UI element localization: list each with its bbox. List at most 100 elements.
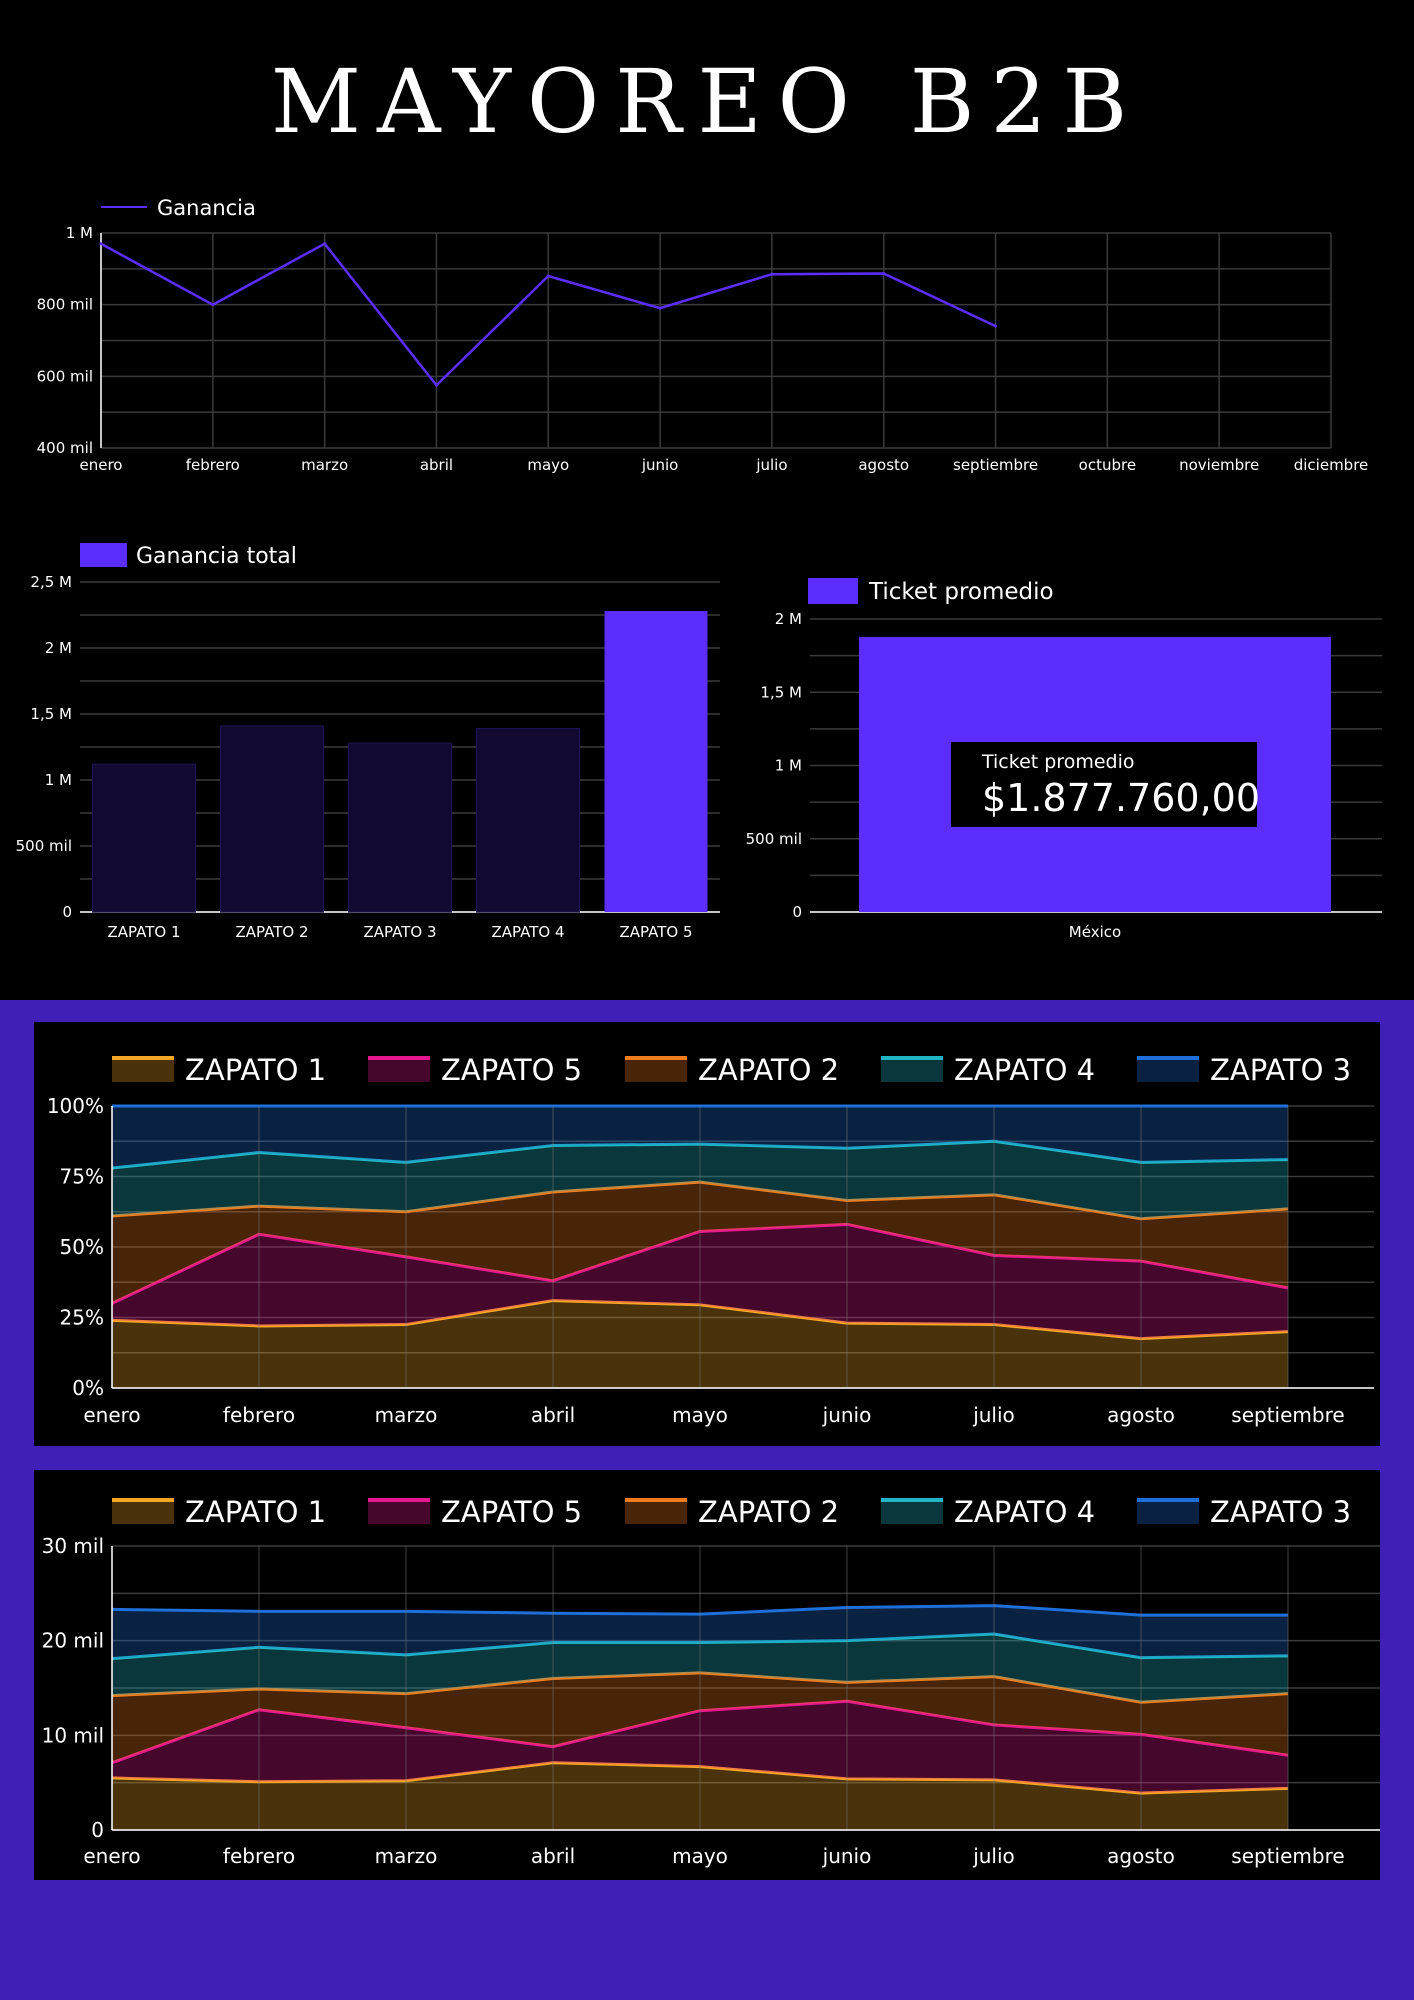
legend-swatch-zapato-5 — [368, 1058, 430, 1082]
y-tick-label: 2 M — [45, 639, 72, 657]
data-point-ganancia — [99, 242, 103, 246]
y-tick-label: 500 mil — [746, 830, 802, 848]
y-tick-label: 0% — [72, 1376, 104, 1400]
data-point-ganancia — [323, 242, 327, 246]
legend-swatch-zapato-4 — [881, 1058, 943, 1082]
x-tick-label: ZAPATO 2 — [235, 923, 308, 941]
x-tick-label: septiembre — [953, 456, 1038, 474]
x-tick-label: febrero — [223, 1844, 295, 1868]
legend-label-zapato-5: ZAPATO 5 — [441, 1053, 582, 1087]
x-tick-label: febrero — [223, 1403, 295, 1427]
data-point-ganancia — [546, 274, 550, 278]
page-title: MAYOREO B2B — [270, 50, 1144, 153]
x-tick-label: ZAPATO 1 — [107, 923, 180, 941]
y-tick-label: 2,5 M — [30, 573, 72, 591]
legend-label-zapato-3: ZAPATO 3 — [1210, 1053, 1351, 1087]
x-tick-label: julio — [755, 456, 787, 474]
bar-zapato-5 — [604, 611, 708, 912]
bar-zapato-4 — [476, 728, 580, 913]
x-tick-label: mayo — [672, 1403, 728, 1427]
bar-zapato-2 — [220, 725, 324, 913]
legend-label-zapato-1: ZAPATO 1 — [185, 1053, 326, 1087]
x-tick-label: diciembre — [1294, 456, 1369, 474]
x-tick-label: marzo — [301, 456, 348, 474]
x-tick-label: enero — [83, 1844, 140, 1868]
percent-stacked-area-chart: ZAPATO 1 ZAPATO 5 ZAPATO 2 ZAPATO 4 ZAPATO 3… — [47, 1053, 1374, 1427]
ganancia-line-chart: Ganancia enero febrero marzo abril mayo junio j… — [37, 196, 1369, 474]
x-tick-label: septiembre — [1231, 1844, 1344, 1868]
y-tick-label: 0 — [91, 1818, 104, 1842]
x-tick-label: febrero — [186, 456, 240, 474]
y-tick-label: 1,5 M — [30, 705, 72, 723]
x-tick-label: México — [1069, 923, 1121, 941]
legend-swatch-zapato-2 — [625, 1500, 687, 1524]
x-tick-label: enero — [80, 456, 123, 474]
bar-zapato-1 — [92, 763, 196, 913]
x-tick-label: marzo — [375, 1844, 438, 1868]
y-tick-label: 100% — [47, 1094, 104, 1118]
x-tick-label: abril — [420, 456, 453, 474]
data-point-ganancia — [994, 324, 998, 328]
x-tick-label: noviembre — [1179, 456, 1259, 474]
x-tick-label: julio — [972, 1844, 1015, 1868]
legend-label-zapato-2: ZAPATO 2 — [698, 1495, 839, 1529]
legend-label-zapato-2: ZAPATO 2 — [698, 1053, 839, 1087]
data-point-ganancia — [770, 272, 774, 276]
x-tick-label: mayo — [527, 456, 569, 474]
y-tick-label: 75% — [60, 1165, 104, 1189]
data-point-ganancia — [658, 306, 662, 310]
y-tick-label: 2 M — [775, 610, 802, 628]
tooltip-value: $1.877.760,00 — [982, 776, 1260, 820]
x-tick-label: agosto — [858, 456, 909, 474]
y-tick-label: 500 mil — [16, 837, 72, 855]
x-tick-label: abril — [531, 1844, 575, 1868]
x-tick-label: julio — [972, 1403, 1015, 1427]
y-tick-label: 0 — [792, 903, 802, 921]
legend-label-zapato-1: ZAPATO 1 — [185, 1495, 326, 1529]
legend-swatch-zapato-1 — [112, 1058, 174, 1082]
y-tick-label: 1 M — [66, 224, 93, 242]
percent-stacked-area-card: ZAPATO 1 ZAPATO 5 ZAPATO 2 ZAPATO 4 ZAPATO 3… — [34, 1022, 1380, 1446]
y-tick-label: 1 M — [45, 771, 72, 789]
x-tick-label: mayo — [672, 1844, 728, 1868]
legend-swatch-zapato-3 — [1137, 1058, 1199, 1082]
legend-label-zapato-3: ZAPATO 3 — [1210, 1495, 1351, 1529]
data-point-ganancia — [211, 303, 215, 307]
stacked-area-chart: ZAPATO 1 ZAPATO 5 ZAPATO 2 ZAPATO 4 ZAPATO 3… — [42, 1495, 1380, 1868]
bar-zapato-3 — [348, 742, 452, 913]
tooltip-label: Ticket promedio — [981, 751, 1135, 773]
legend-label-ganancia: Ganancia — [157, 196, 256, 220]
y-tick-label: 400 mil — [37, 439, 93, 457]
y-tick-label: 600 mil — [37, 367, 93, 385]
legend-swatch-ticket-promedio — [808, 578, 858, 604]
x-tick-label: agosto — [1107, 1403, 1175, 1427]
legend-swatch-zapato-2 — [625, 1058, 687, 1082]
y-tick-label: 30 mil — [42, 1534, 104, 1558]
y-tick-label: 0 — [62, 903, 72, 921]
x-tick-label: ZAPATO 3 — [363, 923, 436, 941]
y-tick-label: 1 M — [775, 757, 802, 775]
x-tick-label: enero — [83, 1403, 140, 1427]
y-tick-label: 10 mil — [42, 1723, 104, 1747]
x-tick-label: ZAPATO 5 — [619, 923, 692, 941]
ticket-promedio-bar-chart: Ticket promedio 0 500 mil 1 M 1,5 M 2 M México… — [746, 578, 1382, 941]
legend-swatch-zapato-4 — [881, 1500, 943, 1524]
legend-label-zapato-5: ZAPATO 5 — [441, 1495, 582, 1529]
legend-swatch-zapato-5 — [368, 1500, 430, 1524]
x-tick-label: junio — [822, 1844, 872, 1868]
x-tick-label: junio — [641, 456, 679, 474]
x-tick-label: junio — [822, 1403, 872, 1427]
dashboard-top-panel: MAYOREO B2B Ganancia enero febrero marzo abr… — [0, 0, 1414, 1000]
x-tick-label: septiembre — [1231, 1403, 1344, 1427]
data-point-ganancia — [882, 271, 886, 275]
y-tick-label: 25% — [60, 1306, 104, 1330]
x-tick-label: agosto — [1107, 1844, 1175, 1868]
legend-label-ticket-promedio: Ticket promedio — [868, 579, 1054, 605]
x-tick-label: marzo — [375, 1403, 438, 1427]
y-tick-label: 20 mil — [42, 1629, 104, 1653]
stacked-area-card: ZAPATO 1 ZAPATO 5 ZAPATO 2 ZAPATO 4 ZAPATO 3… — [34, 1470, 1380, 1880]
legend-label-zapato-4: ZAPATO 4 — [954, 1495, 1095, 1529]
x-tick-label: ZAPATO 4 — [491, 923, 564, 941]
ganancia-total-bar-chart: Ganancia total 0 500 mil 1 M 1,5 M 2 M 2,5 M ZA… — [16, 543, 720, 941]
legend-swatch-zapato-1 — [112, 1500, 174, 1524]
